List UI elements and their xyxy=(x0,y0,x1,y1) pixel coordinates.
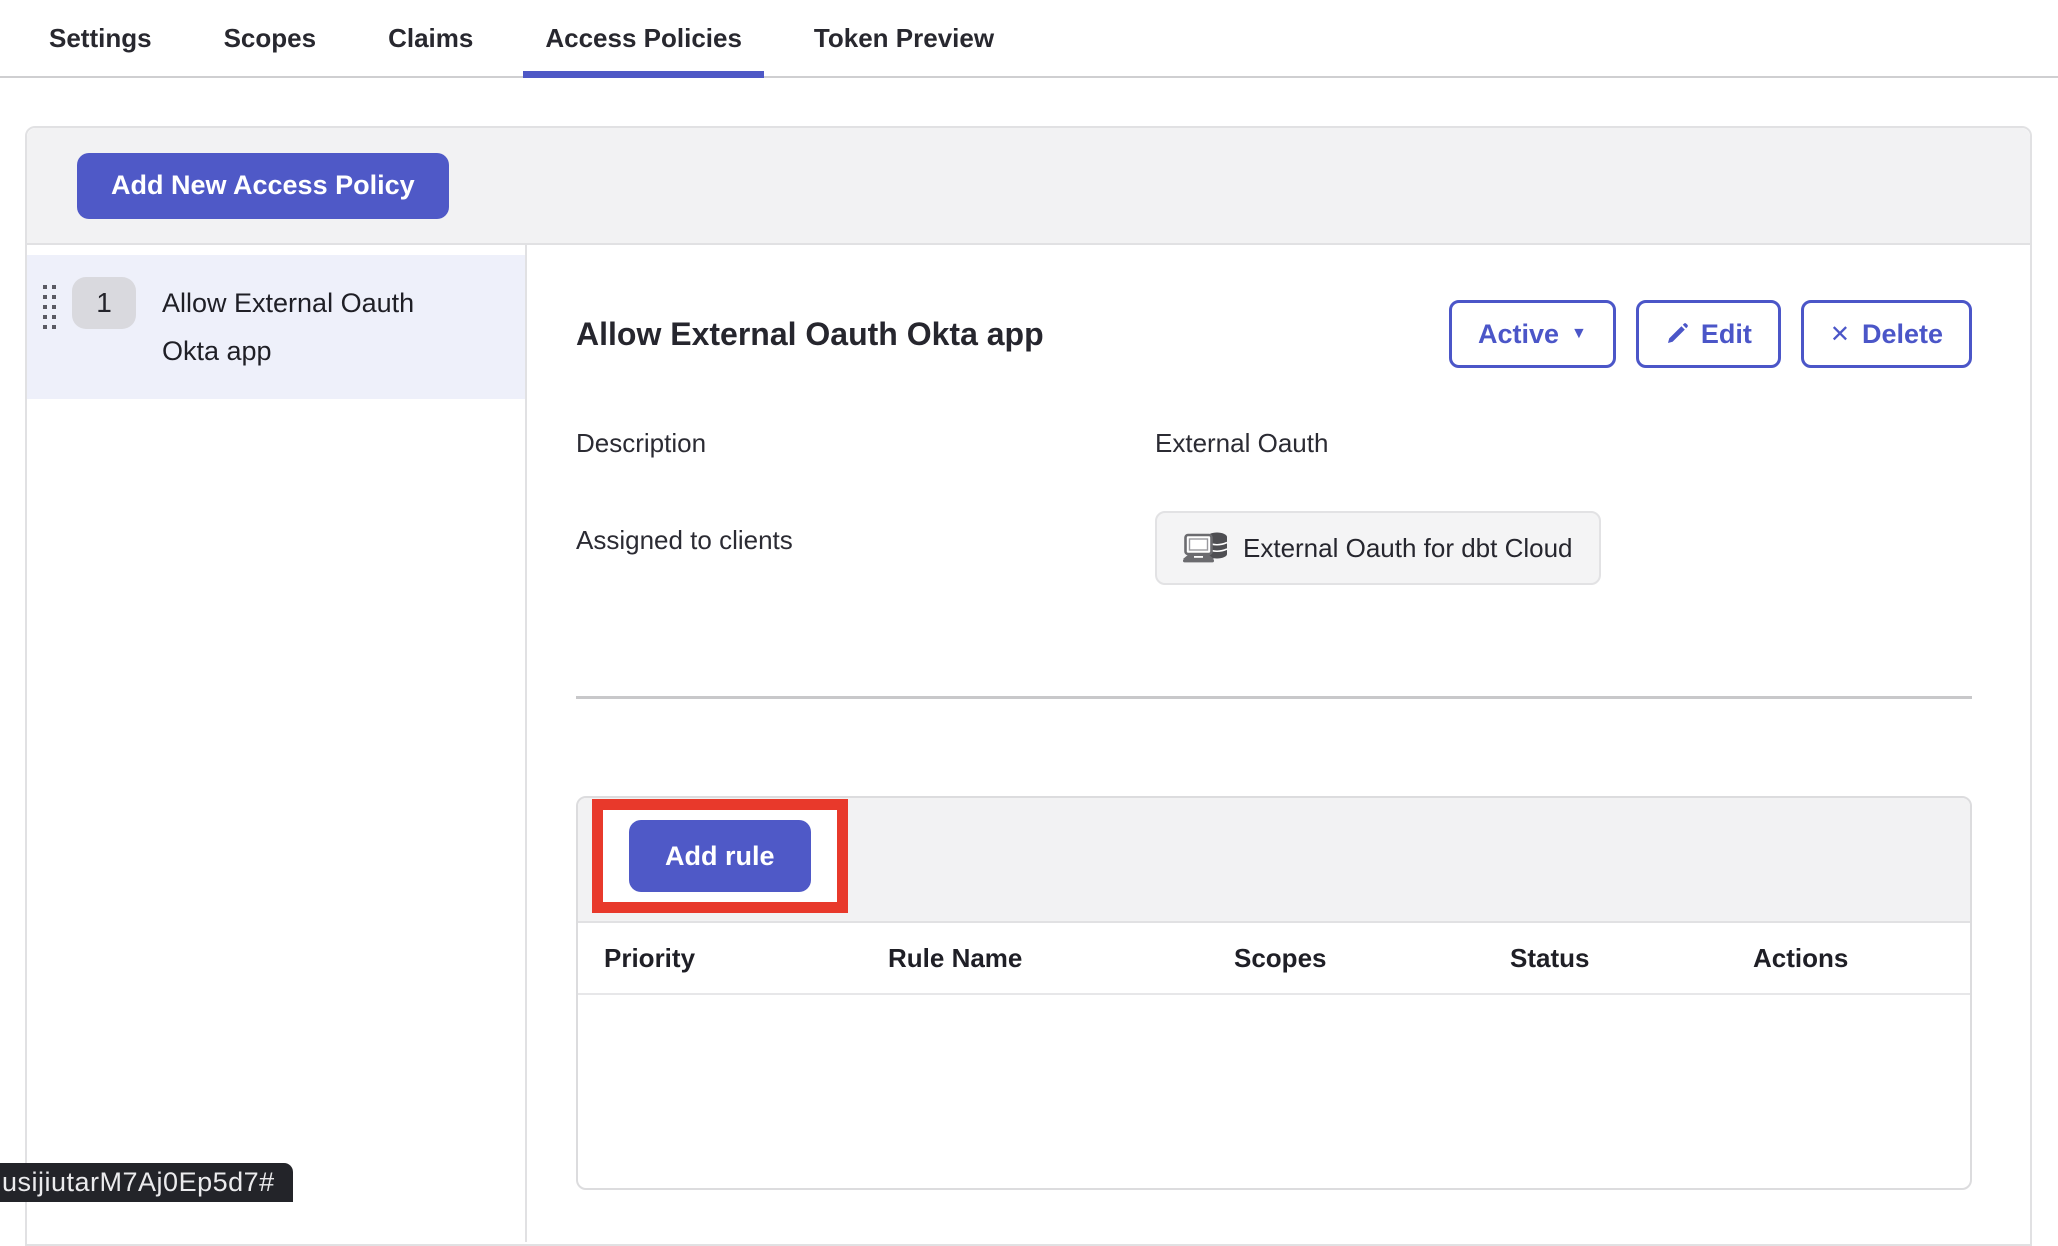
drag-handle-icon[interactable] xyxy=(43,285,56,329)
policy-priority-badge: 1 xyxy=(72,277,136,329)
rules-table-header: Priority Rule Name Scopes Status Actions xyxy=(578,923,1970,995)
laptop-database-icon xyxy=(1183,529,1229,567)
status-tooltip-text: usijiutarM7Aj0Ep5d7# xyxy=(2,1167,275,1198)
edit-button[interactable]: Edit xyxy=(1636,300,1781,368)
rules-header: Add rule xyxy=(578,798,1970,923)
chevron-down-icon: ▼ xyxy=(1571,325,1587,343)
add-rule-button[interactable]: Add rule xyxy=(629,820,811,892)
delete-label: Delete xyxy=(1862,319,1943,350)
tab-settings[interactable]: Settings xyxy=(27,0,174,76)
column-header-scopes: Scopes xyxy=(1208,943,1484,974)
active-status-label: Active xyxy=(1478,319,1559,350)
description-label: Description xyxy=(576,428,1155,459)
tab-bar: Settings Scopes Claims Access Policies T… xyxy=(0,0,2058,78)
column-header-priority: Priority xyxy=(578,943,862,974)
pencil-icon xyxy=(1665,322,1689,346)
close-icon: ✕ xyxy=(1830,320,1850,349)
section-divider xyxy=(576,696,1972,699)
delete-button[interactable]: ✕ Delete xyxy=(1801,300,1972,368)
policy-name-label: Allow External Oauth Okta app xyxy=(162,279,462,375)
tab-scopes[interactable]: Scopes xyxy=(202,0,339,76)
tab-access-policies[interactable]: Access Policies xyxy=(523,0,764,76)
access-policies-panel: Add New Access Policy 1 Allow External O… xyxy=(25,126,2032,1246)
policy-detail: Allow External Oauth Okta app Active ▼ E… xyxy=(527,245,2030,1242)
policy-title: Allow External Oauth Okta app xyxy=(576,316,1044,353)
client-chip-label: External Oauth for dbt Cloud xyxy=(1243,533,1573,564)
column-header-actions: Actions xyxy=(1727,943,1970,974)
column-header-status: Status xyxy=(1484,943,1727,974)
client-chip: External Oauth for dbt Cloud xyxy=(1155,511,1601,585)
active-status-button[interactable]: Active ▼ xyxy=(1449,300,1616,368)
column-header-rule-name: Rule Name xyxy=(862,943,1208,974)
annotation-highlight-box: Add rule xyxy=(592,799,848,913)
policy-list-sidebar: 1 Allow External Oauth Okta app xyxy=(27,245,527,1242)
panel-header: Add New Access Policy xyxy=(27,128,2030,245)
tab-claims[interactable]: Claims xyxy=(366,0,495,76)
policy-list-item[interactable]: 1 Allow External Oauth Okta app xyxy=(27,255,525,399)
description-value: External Oauth xyxy=(1155,428,1972,459)
rules-table-body xyxy=(578,995,1970,1188)
add-new-access-policy-button[interactable]: Add New Access Policy xyxy=(77,153,449,219)
tab-token-preview[interactable]: Token Preview xyxy=(792,0,1016,76)
rules-section: Add rule Priority Rule Name Scopes Statu… xyxy=(576,796,1972,1190)
status-tooltip: usijiutarM7Aj0Ep5d7# xyxy=(0,1163,293,1202)
policy-action-buttons: Active ▼ Edit ✕ Delete xyxy=(1449,300,1972,368)
assigned-to-clients-label: Assigned to clients xyxy=(576,511,1155,585)
edit-label: Edit xyxy=(1701,319,1752,350)
